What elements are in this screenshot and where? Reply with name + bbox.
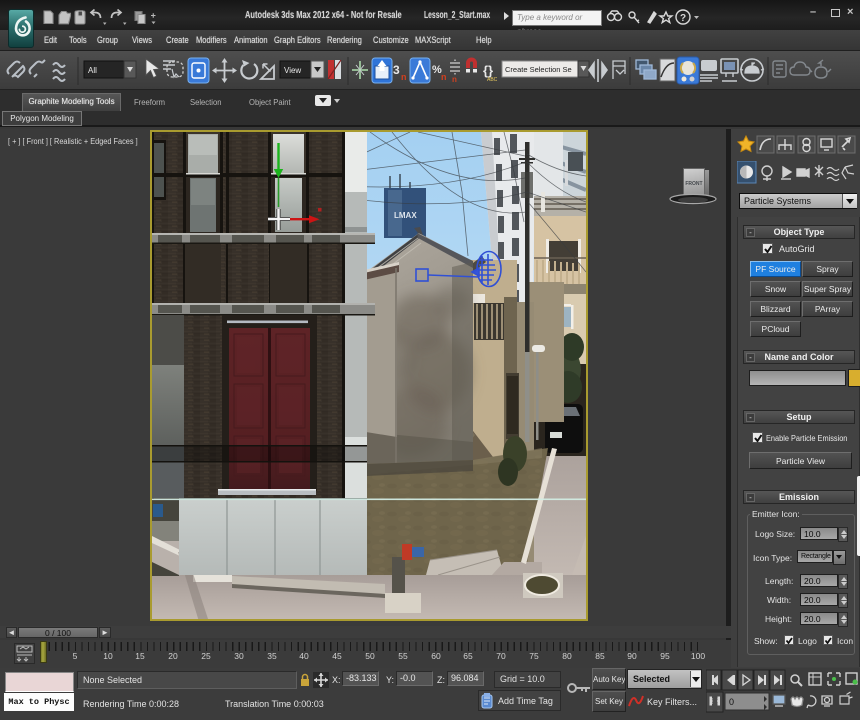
svg-text:n: n xyxy=(401,72,407,82)
svg-text:LMAX: LMAX xyxy=(394,211,417,220)
svg-text:{}: {} xyxy=(483,63,493,78)
svg-text:Create Selection Se: Create Selection Se xyxy=(505,65,572,74)
svg-text:ABC: ABC xyxy=(487,77,498,83)
svg-text:n: n xyxy=(452,75,457,84)
svg-text:?: ? xyxy=(680,13,686,24)
svg-text:3: 3 xyxy=(393,63,400,77)
svg-text:0: 0 xyxy=(729,697,734,707)
svg-text:All: All xyxy=(88,66,97,75)
svg-text:n: n xyxy=(441,72,447,82)
svg-text:View: View xyxy=(284,66,301,75)
